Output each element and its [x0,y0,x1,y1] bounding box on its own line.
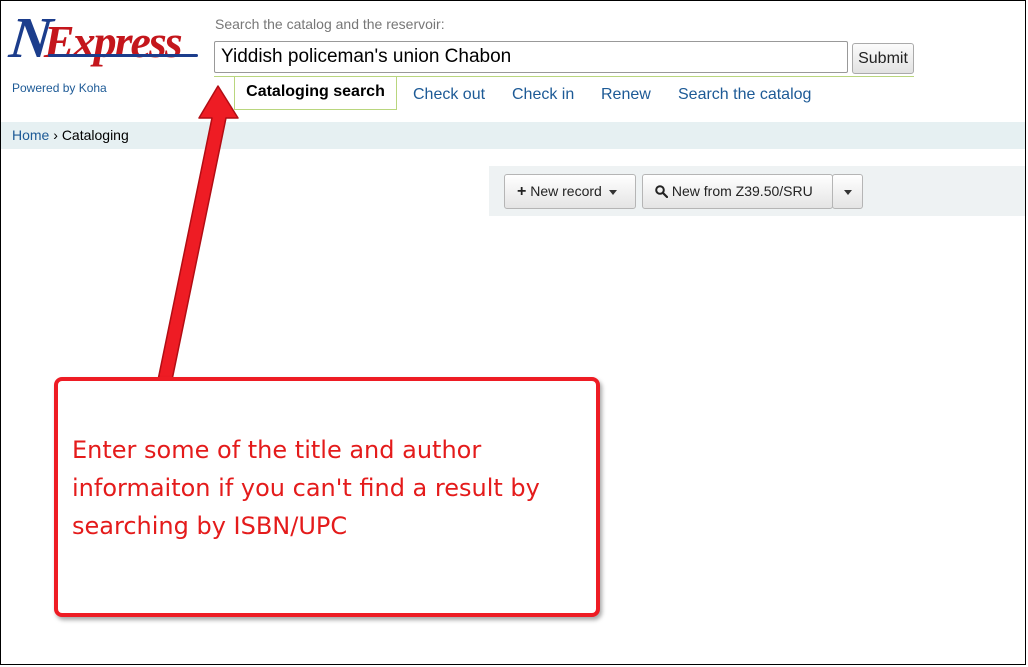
annotation-callout: Enter some of the title and author infor… [54,377,600,617]
annotation-text: Enter some of the title and author infor… [72,436,540,540]
arrow-shape [157,85,239,381]
